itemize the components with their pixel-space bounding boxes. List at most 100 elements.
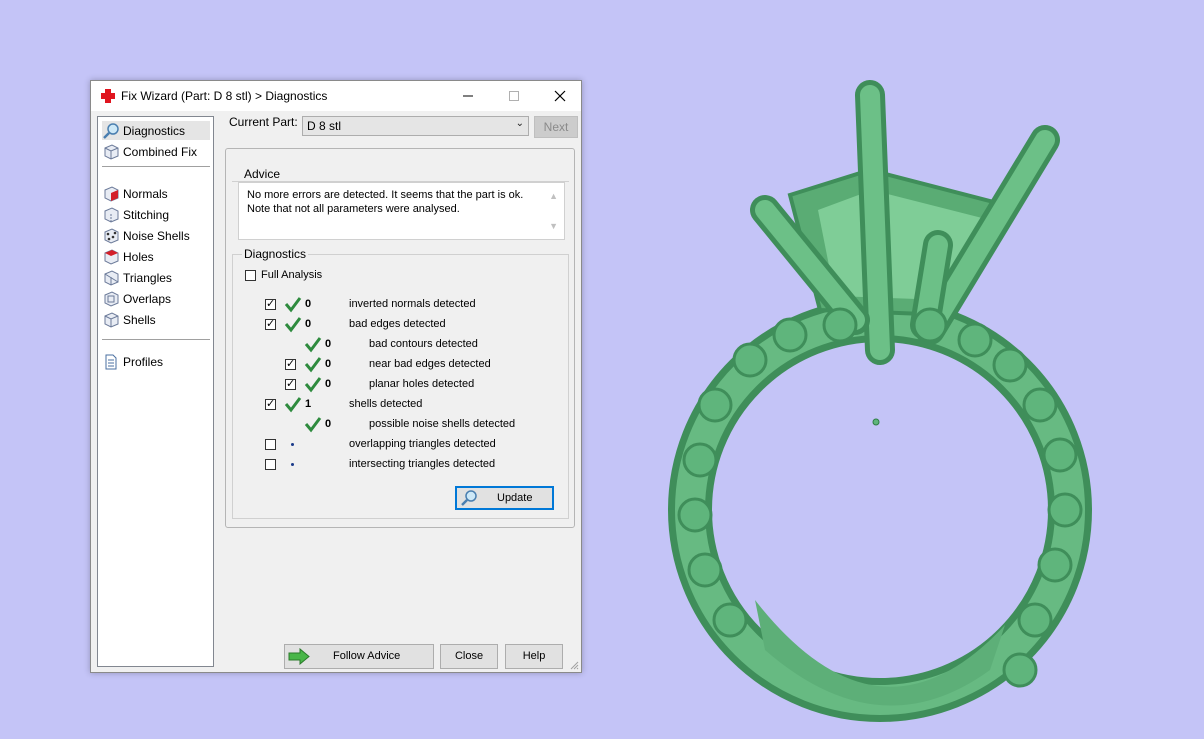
resize-grip-icon[interactable]	[569, 660, 579, 670]
advice-text-box: No more errors are detected. It seems th…	[238, 182, 565, 240]
full-analysis-checkbox[interactable]	[245, 270, 256, 281]
nav-item-triangles[interactable]: Triangles	[102, 268, 210, 287]
shells-text: shells detected	[349, 398, 423, 410]
full-analysis-label: Full Analysis	[261, 269, 323, 281]
intersecting-triangles-checkbox[interactable]	[265, 459, 276, 470]
diagnostics-group-label: Diagnostics	[242, 247, 309, 261]
near-bad-edges-checkbox[interactable]: ✓	[285, 359, 296, 370]
nav-label: Diagnostics	[123, 123, 186, 138]
fix-wizard-dialog: Fix Wizard (Part: D 8 stl) > Diagnostics…	[90, 80, 582, 673]
nav-label: Triangles	[123, 270, 172, 285]
shells-count: 1	[305, 398, 312, 410]
inverted-normals-count: 0	[305, 298, 312, 310]
help-button[interactable]: Help	[505, 644, 563, 669]
nav-label: Shells	[123, 312, 156, 327]
current-part-select[interactable]: D 8 stl ⌄	[302, 116, 529, 136]
nav-item-holes[interactable]: Holes	[102, 247, 210, 266]
nav-item-overlaps[interactable]: Overlaps	[102, 289, 210, 308]
ring-model[interactable]	[640, 60, 1160, 739]
diagnostics-group-border	[568, 254, 569, 518]
title-bar[interactable]: Fix Wizard (Part: D 8 stl) > Diagnostics	[91, 81, 581, 111]
close-label: Close	[454, 650, 484, 662]
overlaps-cube-icon	[104, 290, 119, 307]
nav-separator	[102, 339, 210, 340]
scroll-up-icon[interactable]: ▲	[549, 191, 558, 201]
close-button[interactable]: Close	[440, 644, 498, 669]
window-title: Fix Wizard (Part: D 8 stl) > Diagnostics	[121, 89, 328, 103]
nav-label: Noise Shells	[123, 228, 190, 243]
nav-label: Normals	[123, 186, 168, 201]
green-check-icon	[304, 357, 322, 373]
normals-cube-icon	[104, 185, 119, 202]
green-check-icon	[284, 317, 302, 333]
nav-label: Stitching	[123, 207, 170, 222]
advice-line-1: No more errors are detected. It seems th…	[247, 189, 524, 201]
magnifier-icon	[461, 490, 477, 506]
green-check-icon	[304, 377, 322, 393]
document-icon	[105, 354, 117, 369]
inverted-normals-text: inverted normals detected	[349, 298, 476, 310]
green-check-icon	[284, 297, 302, 313]
nav-label: Profiles	[123, 354, 164, 369]
maximize-button[interactable]	[491, 81, 537, 111]
scroll-down-icon[interactable]: ▼	[549, 221, 558, 231]
follow-advice-button[interactable]: Follow Advice	[284, 644, 434, 669]
help-label: Help	[522, 650, 546, 662]
diagnostics-group-border	[232, 254, 233, 518]
nav-item-normals[interactable]: Normals	[102, 184, 210, 203]
current-part-value: D 8 stl	[307, 119, 342, 133]
bad-edges-text: bad edges detected	[349, 318, 446, 330]
red-cross-icon	[101, 89, 115, 103]
noise-shells-text: possible noise shells detected	[369, 418, 516, 430]
pending-dot-icon	[291, 463, 294, 466]
green-check-icon	[304, 417, 322, 433]
bad-edges-count: 0	[305, 318, 312, 330]
next-button[interactable]: Next	[534, 116, 578, 138]
nav-item-shells[interactable]: Shells	[102, 310, 210, 329]
magnifier-icon	[103, 122, 119, 139]
planar-holes-checkbox[interactable]: ✓	[285, 379, 296, 390]
close-icon	[554, 90, 566, 102]
triangles-icon	[104, 269, 119, 286]
advice-line-2: Note that not all parameters were analys…	[247, 203, 460, 215]
wizard-nav-panel: Diagnostics Combined Fix Normals Stitchi…	[97, 116, 214, 667]
nav-item-noise-shells[interactable]: Noise Shells	[102, 226, 210, 245]
overlapping-triangles-checkbox[interactable]	[265, 439, 276, 450]
minimize-button[interactable]	[445, 81, 491, 111]
holes-cube-icon	[104, 248, 119, 265]
near-bad-edges-count: 0	[325, 358, 332, 370]
bad-contours-text: bad contours detected	[369, 338, 478, 350]
pending-dot-icon	[291, 443, 294, 446]
nav-item-diagnostics[interactable]: Diagnostics	[102, 121, 210, 140]
stitching-cube-icon	[104, 206, 119, 223]
planar-holes-count: 0	[325, 378, 332, 390]
nav-item-combined-fix[interactable]: Combined Fix	[102, 142, 210, 161]
green-check-icon	[284, 397, 302, 413]
nav-item-profiles[interactable]: Profiles	[102, 352, 210, 371]
near-bad-edges-text: near bad edges detected	[369, 358, 491, 370]
follow-advice-label: Follow Advice	[333, 650, 401, 662]
nav-label: Holes	[123, 249, 154, 264]
overlapping-triangles-text: overlapping triangles detected	[349, 438, 496, 450]
noise-shells-icon	[104, 227, 119, 244]
bad-edges-checkbox[interactable]: ✓	[265, 319, 276, 330]
intersecting-triangles-text: intersecting triangles detected	[349, 458, 496, 470]
planar-holes-text: planar holes detected	[369, 378, 475, 390]
shells-checkbox[interactable]: ✓	[265, 399, 276, 410]
nav-item-stitching[interactable]: Stitching	[102, 205, 210, 224]
diagnostics-group-border	[232, 518, 569, 519]
cube-icon	[104, 143, 119, 160]
close-window-button[interactable]	[537, 81, 583, 111]
maximize-icon	[509, 91, 519, 101]
bad-contours-count: 0	[325, 338, 332, 350]
chevron-down-icon: ⌄	[515, 118, 524, 129]
update-label: Update	[497, 492, 533, 504]
update-button[interactable]: Update	[455, 486, 554, 510]
inverted-normals-checkbox[interactable]: ✓	[265, 299, 276, 310]
shells-cube-icon	[104, 311, 119, 328]
noise-shells-count: 0	[325, 418, 332, 430]
current-part-label: Current Part:	[229, 115, 298, 129]
advice-group-label: Advice	[242, 167, 283, 181]
nav-label: Combined Fix	[123, 144, 198, 159]
minimize-icon	[463, 95, 473, 97]
